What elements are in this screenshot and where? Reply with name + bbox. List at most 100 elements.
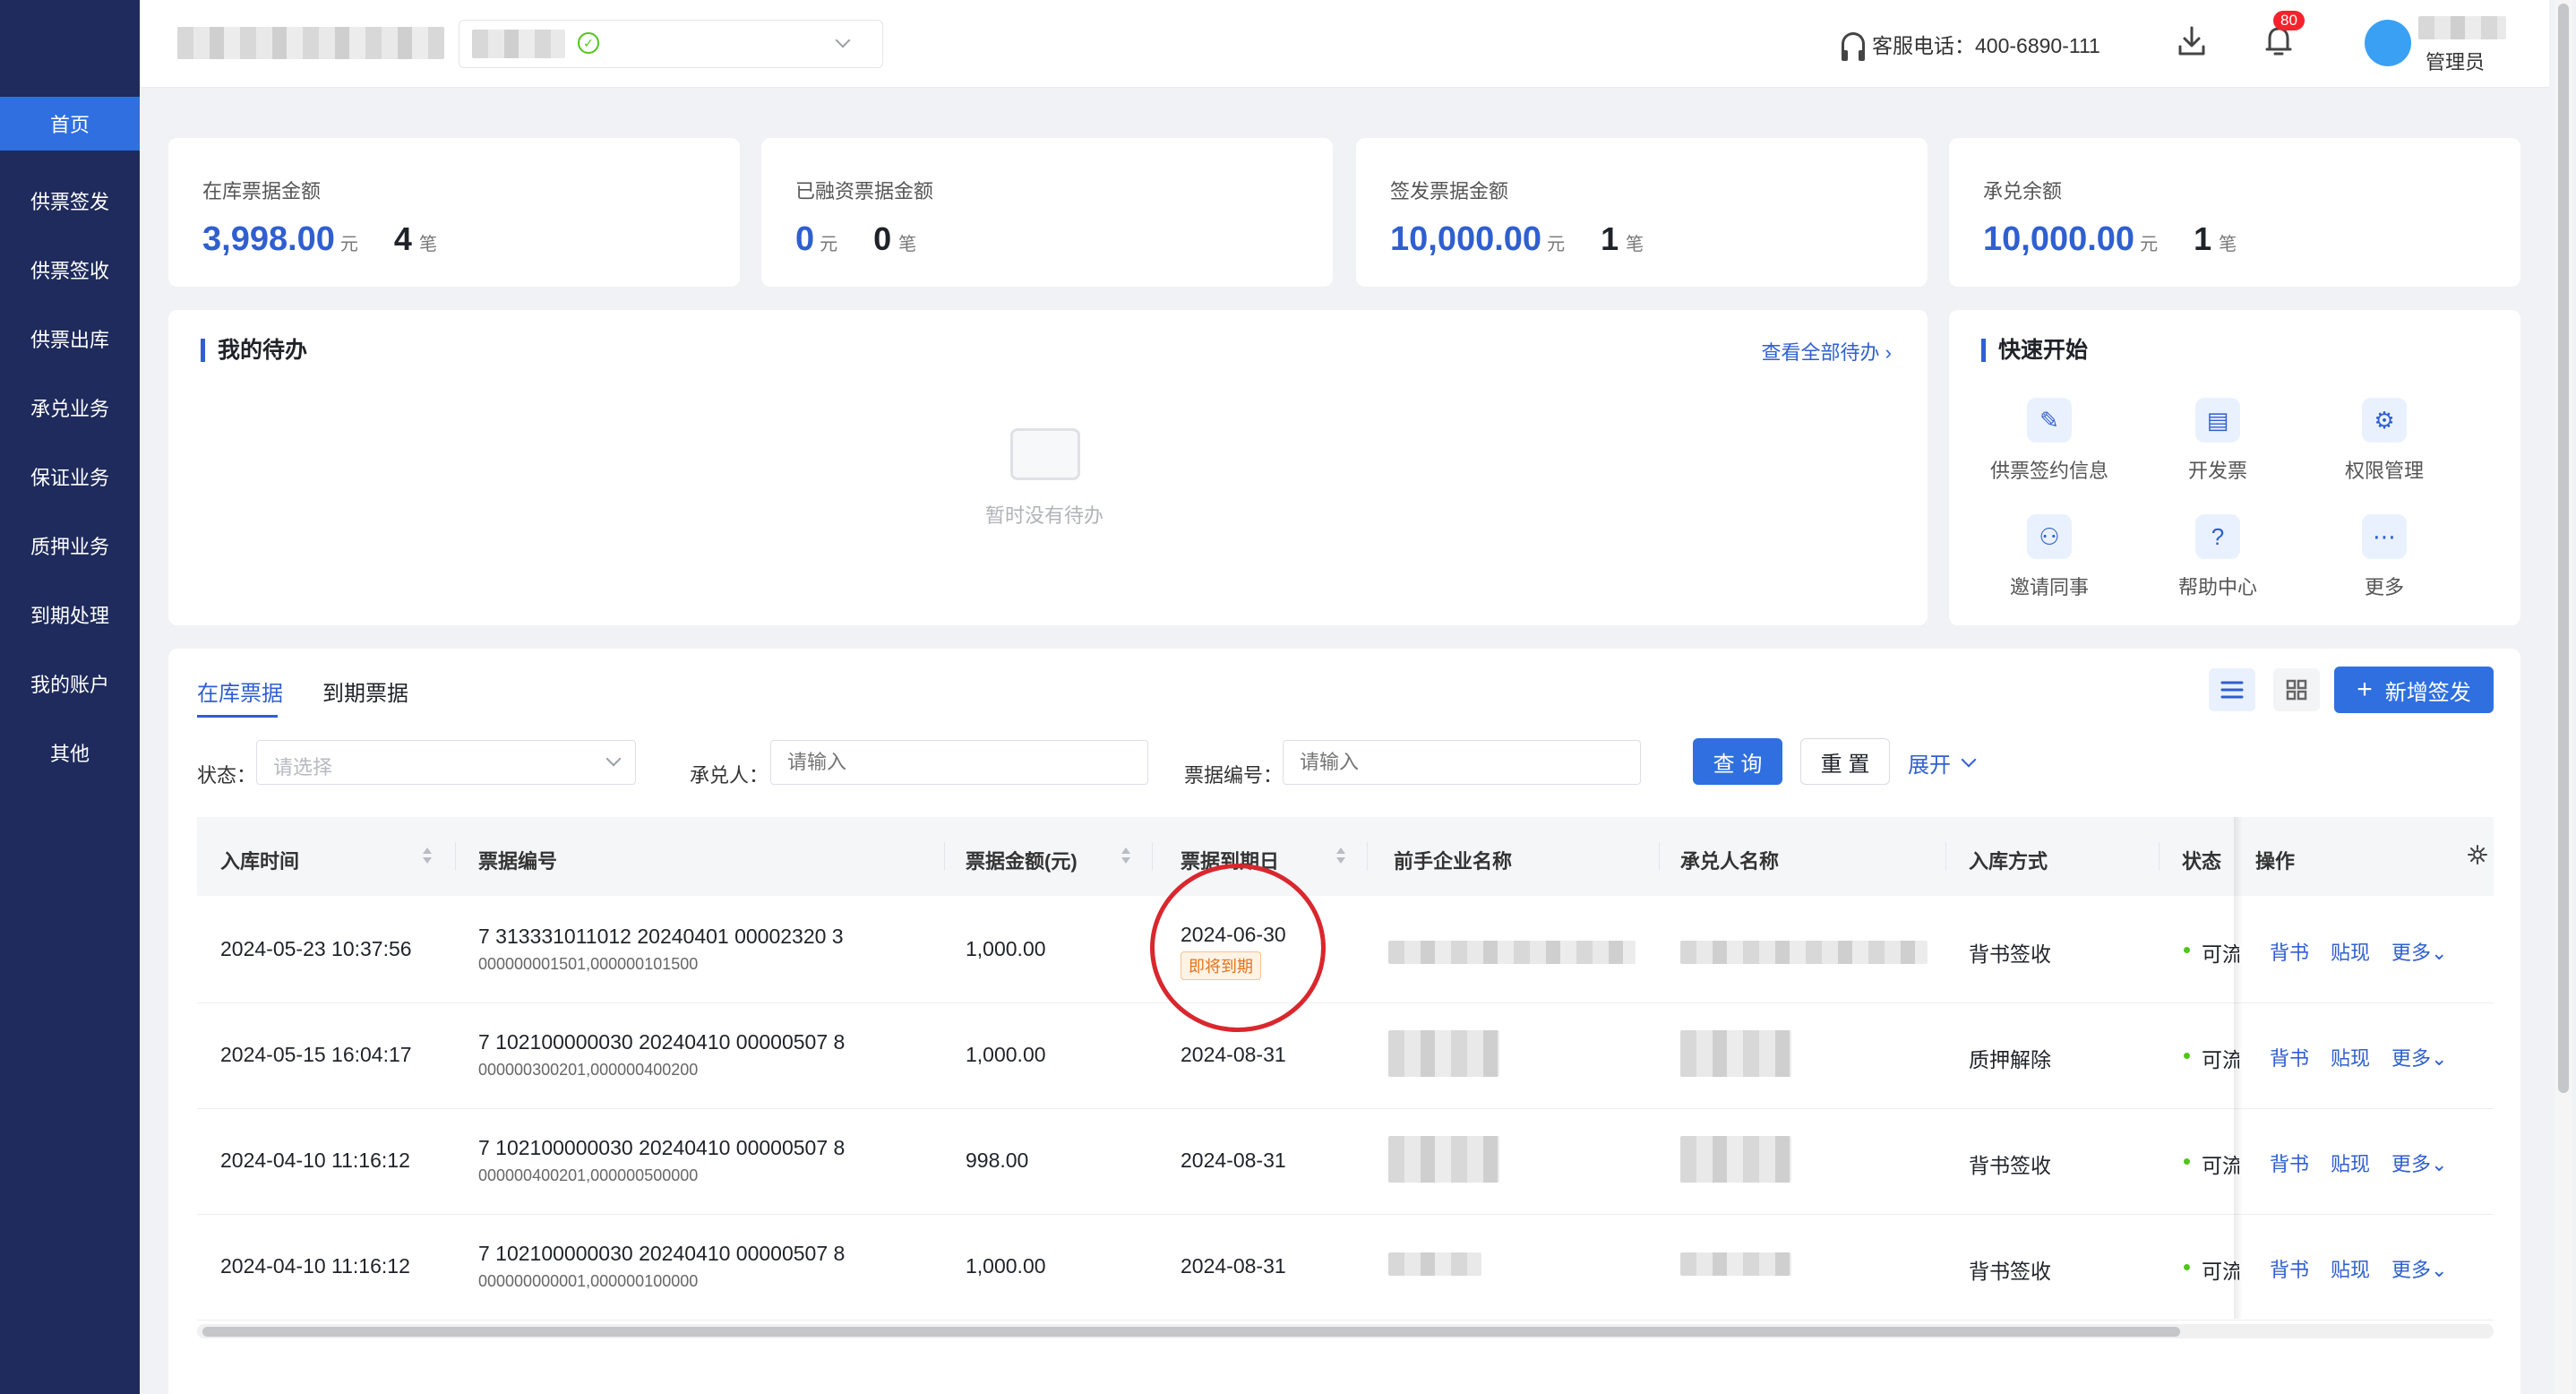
new-issue-button[interactable]: + 新增签发 — [2334, 667, 2494, 713]
tab-maturity-bills[interactable]: 到期票据 — [322, 675, 408, 707]
discount-link[interactable]: 贴现 — [2331, 1254, 2370, 1283]
more-actions-link[interactable]: 更多⌄ — [2391, 1149, 2447, 1177]
todo-title: 我的待办 — [201, 339, 307, 362]
cell-bill-no: 7 102100000030 20240410 00000507 8 — [478, 1030, 846, 1054]
sidebar-item-other[interactable]: 其他 — [0, 718, 140, 787]
column-divider — [944, 842, 945, 871]
quick-item-label: 开发票 — [2187, 460, 2247, 482]
column-settings-gear-icon[interactable] — [2467, 844, 2488, 865]
tab-active-indicator — [197, 715, 278, 718]
bills-card: 在库票据 到期票据 + 新增签发 状态： 请选择 承兑人： 票据编号： 查 询 … — [168, 649, 2520, 1394]
endorse-link[interactable]: 背书 — [2270, 1254, 2309, 1283]
column-header-amount: 票据金额(元) — [966, 850, 1078, 873]
sidebar-item-bill-issue[interactable]: 供票签发 — [0, 166, 140, 235]
sidebar-item-acceptance[interactable]: 承兑业务 — [0, 373, 140, 442]
horizontal-scrollbar-thumb[interactable] — [202, 1327, 2180, 1337]
sidebar-item-account[interactable]: 我的账户 — [0, 649, 140, 718]
quick-item-help[interactable]: ? 帮助中心 — [2137, 514, 2298, 600]
more-icon: ⋯ — [2362, 514, 2407, 559]
more-actions-link[interactable]: 更多⌄ — [2391, 937, 2447, 966]
quick-item-invite[interactable]: ⚇ 邀请同事 — [1969, 514, 2130, 600]
quick-item-contract[interactable]: ✎ 供票签约信息 — [1969, 398, 2130, 484]
org-select[interactable]: ✓ — [459, 20, 883, 68]
previous-holder-redacted — [1388, 1030, 1499, 1077]
table-row[interactable]: 2024-04-10 11:16:12 7 102100000030 20240… — [197, 1215, 2494, 1321]
cell-amount: 1,000.00 — [966, 1254, 1046, 1278]
sidebar-item-bill-receive[interactable]: 供票签收 — [0, 235, 140, 304]
tab-inventory-bills[interactable]: 在库票据 — [197, 675, 283, 707]
status-select[interactable]: 请选择 — [256, 740, 636, 785]
empty-inbox-icon — [1010, 428, 1080, 480]
status-select-placeholder: 请选择 — [273, 756, 333, 779]
sidebar-item-bill-outbound[interactable]: 供票出库 — [0, 304, 140, 373]
sidebar-item-home[interactable]: 首页 — [0, 97, 140, 151]
quick-item-more[interactable]: ⋯ 更多 — [2304, 514, 2465, 600]
quick-item-permissions[interactable]: ⚙ 权限管理 — [2304, 398, 2465, 484]
cell-sub-no: 000000400201,000000500000 — [478, 1166, 699, 1184]
cell-sub-no: 000000000001,000000100000 — [478, 1272, 699, 1290]
table-row[interactable]: 2024-05-23 10:37:56 7 313331011012 20240… — [197, 896, 2494, 1003]
expand-label: 展开 — [1908, 753, 1951, 778]
cell-time: 2024-05-23 10:37:56 — [220, 937, 412, 960]
sort-icon[interactable] — [423, 846, 432, 865]
more-actions-label: 更多 — [2391, 1153, 2432, 1175]
reset-button[interactable]: 重 置 — [1800, 738, 1890, 785]
cell-due-date: 2024-08-31 — [1181, 1149, 1286, 1172]
list-icon — [2220, 681, 2244, 699]
sidebar-item-guarantee[interactable]: 保证业务 — [0, 442, 140, 511]
chevron-down-icon — [605, 751, 622, 767]
chevron-down-icon: ⌄ — [2431, 942, 2448, 964]
annotation-circle — [1150, 864, 1326, 1032]
endorse-link[interactable]: 背书 — [2270, 1149, 2309, 1177]
cell-due-date: 2024-08-31 — [1181, 1043, 1286, 1066]
cell-bill-no: 7 102100000030 20240410 00000507 8 — [478, 1242, 846, 1265]
chevron-down-icon — [835, 32, 851, 48]
table-row[interactable]: 2024-05-15 16:04:17 7 102100000030 20240… — [197, 1003, 2494, 1109]
column-header-previous-holder: 前手企业名称 — [1394, 850, 1513, 873]
table-row[interactable]: 2024-04-10 11:16:12 7 102100000030 20240… — [197, 1109, 2494, 1215]
download-icon[interactable] — [2177, 25, 2207, 57]
more-actions-link[interactable]: 更多⌄ — [2391, 1043, 2447, 1071]
acceptor-name-redacted — [1680, 1252, 1791, 1276]
bill-no-input[interactable] — [1283, 740, 1641, 785]
stat-card-acceptance-balance: 承兑余额 10,000.00 元 1 笔 — [1949, 138, 2520, 287]
status-dot — [2184, 1158, 2190, 1165]
headset-icon — [1842, 32, 1865, 61]
column-header-status: 状态 — [2182, 850, 2222, 873]
stat-card-financed: 已融资票据金额 0 元 0 笔 — [761, 138, 1333, 287]
view-all-todo-link[interactable]: 查看全部待办 › — [1762, 337, 1892, 366]
endorse-link[interactable]: 背书 — [2270, 937, 2309, 966]
cell-sub-no: 000000001501,000000101500 — [478, 955, 699, 973]
discount-link[interactable]: 贴现 — [2331, 1149, 2370, 1177]
sort-icon[interactable] — [1336, 846, 1345, 865]
column-divider — [1367, 842, 1368, 871]
discount-link[interactable]: 贴现 — [2331, 1043, 2370, 1071]
expand-filters-link[interactable]: 展开 — [1908, 747, 1977, 779]
discount-link[interactable]: 贴现 — [2331, 937, 2370, 966]
cell-bill-no: 7 102100000030 20240410 00000507 8 — [478, 1136, 846, 1159]
plus-icon: + — [2357, 675, 2373, 704]
endorse-link[interactable]: 背书 — [2270, 1043, 2309, 1071]
stat-count-unit: 笔 — [898, 235, 917, 254]
status-filter-label: 状态： — [197, 764, 257, 787]
stat-card-inventory: 在库票据金额 3,998.00 元 4 笔 — [168, 138, 740, 287]
fixed-column-shadow — [2234, 817, 2243, 1319]
acceptor-name-redacted — [1680, 1030, 1791, 1077]
status-dot — [2184, 1264, 2190, 1270]
stat-label: 已融资票据金额 — [795, 180, 934, 202]
query-button[interactable]: 查 询 — [1693, 738, 1782, 785]
avatar[interactable] — [2365, 20, 2411, 66]
more-actions-link[interactable]: 更多⌄ — [2391, 1254, 2447, 1283]
grid-icon — [2286, 679, 2307, 701]
sidebar-item-maturity[interactable]: 到期处理 — [0, 580, 140, 649]
vertical-scrollbar-thumb[interactable] — [2558, 4, 2569, 1093]
column-header-time: 入库时间 — [220, 850, 300, 873]
list-view-button[interactable] — [2209, 668, 2255, 711]
chevron-down-icon: ⌄ — [2431, 1259, 2448, 1281]
quick-item-invoice[interactable]: ▤ 开发票 — [2137, 398, 2298, 484]
grid-view-button[interactable] — [2273, 668, 2320, 711]
acceptor-input[interactable] — [770, 740, 1148, 785]
sort-icon[interactable] — [1121, 846, 1130, 865]
stat-amount-unit: 元 — [820, 235, 838, 254]
sidebar-item-pledge[interactable]: 质押业务 — [0, 511, 140, 580]
